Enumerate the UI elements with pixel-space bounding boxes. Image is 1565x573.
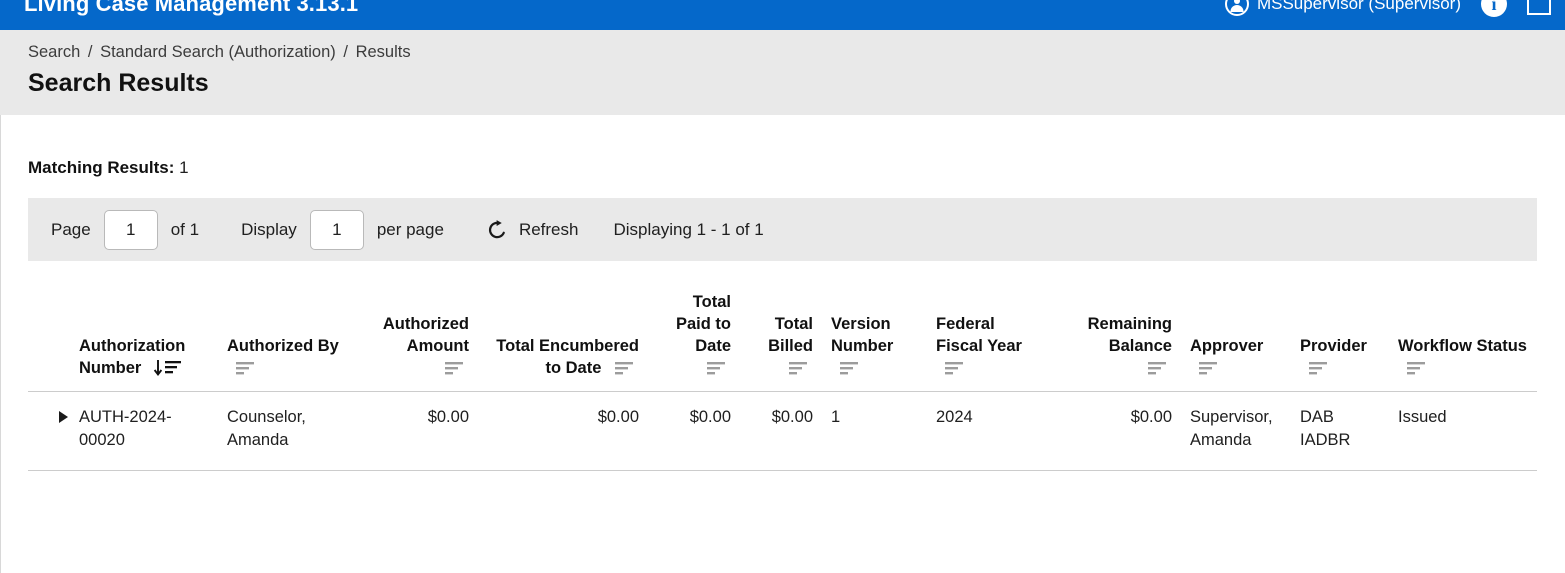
page-title-band: Search / Standard Search (Authorization)…: [0, 30, 1565, 115]
sort-icon[interactable]: [787, 359, 813, 377]
column-label: Remaining Balance: [1087, 315, 1172, 355]
column-label: Total Billed: [768, 315, 813, 355]
app-header-bar: Living Case Management 3.13.1 MSSupervis…: [0, 0, 1565, 30]
column-header-workflow-status[interactable]: Workflow Status: [1389, 291, 1537, 392]
column-label: Workflow Status: [1398, 337, 1527, 355]
cell-authorization-number[interactable]: AUTH-2024-00020: [70, 391, 218, 471]
sort-descending-icon[interactable]: [153, 359, 183, 377]
cell-total-paid-to-date: $0.00: [648, 391, 740, 471]
results-table-container: Authorization Number Authorized By Autho…: [28, 291, 1537, 471]
row-expander-cell[interactable]: [28, 391, 70, 471]
cell-remaining-balance: $0.00: [1049, 391, 1181, 471]
sort-icon[interactable]: [1146, 359, 1172, 377]
page-label: Page: [51, 219, 91, 239]
breadcrumb-item-search[interactable]: Search: [28, 43, 80, 61]
column-label: Authorized Amount: [382, 315, 469, 355]
page-number-input[interactable]: [103, 209, 158, 250]
sort-icon[interactable]: [838, 359, 864, 377]
column-header-authorized-amount[interactable]: Authorized Amount: [353, 291, 478, 392]
column-label: Total Paid to Date: [675, 293, 731, 355]
cell-total-billed: $0.00: [740, 391, 822, 471]
column-label: Version Number: [831, 315, 894, 355]
column-label: Authorized By: [227, 337, 339, 355]
cell-approver: Supervisor, Amanda: [1181, 391, 1291, 471]
column-header-authorized-by[interactable]: Authorized By: [218, 291, 353, 392]
column-header-approver[interactable]: Approver: [1181, 291, 1291, 392]
cell-provider: DAB IADBR: [1291, 391, 1389, 471]
column-label: Approver: [1190, 337, 1264, 355]
breadcrumb-separator: /: [87, 43, 93, 61]
user-menu[interactable]: MSSupervisor (Supervisor): [1224, 0, 1461, 16]
column-header-total-billed[interactable]: Total Billed: [740, 291, 822, 392]
logout-icon[interactable]: [1527, 0, 1551, 15]
expander-column-header: [28, 291, 70, 392]
column-header-federal-fiscal-year[interactable]: Federal Fiscal Year: [927, 291, 1049, 392]
user-name-label: MSSupervisor (Supervisor): [1256, 0, 1461, 13]
column-header-remaining-balance[interactable]: Remaining Balance: [1049, 291, 1181, 392]
user-avatar-icon: [1224, 0, 1249, 16]
sort-icon[interactable]: [443, 359, 469, 377]
cell-workflow-status: Issued: [1389, 391, 1537, 471]
displaying-range-label: Displaying 1 - 1 of 1: [613, 219, 764, 239]
column-header-version-number[interactable]: Version Number: [822, 291, 927, 392]
sort-icon[interactable]: [943, 359, 969, 377]
table-row[interactable]: AUTH-2024-00020 Counselor, Amanda $0.00 …: [28, 391, 1537, 471]
sort-icon[interactable]: [1405, 359, 1431, 377]
cell-total-encumbered-to-date: $0.00: [478, 391, 648, 471]
sort-icon[interactable]: [234, 359, 260, 377]
refresh-label: Refresh: [518, 219, 579, 239]
pagination-toolbar: Page of 1 Display per page Refresh Displ…: [28, 198, 1537, 261]
table-header-row: Authorization Number Authorized By Autho…: [28, 291, 1537, 392]
refresh-button[interactable]: Refresh: [486, 219, 579, 241]
breadcrumb: Search / Standard Search (Authorization)…: [28, 42, 1565, 62]
display-label: Display: [241, 219, 297, 239]
per-page-input[interactable]: [309, 209, 364, 250]
column-header-provider[interactable]: Provider: [1291, 291, 1389, 392]
page-title: Search Results: [28, 69, 209, 97]
cell-version-number: 1: [822, 391, 927, 471]
info-icon[interactable]: i: [1481, 0, 1507, 17]
refresh-icon: [488, 219, 505, 238]
sort-icon[interactable]: [705, 359, 731, 377]
matching-results: Matching Results: 1: [28, 157, 189, 178]
column-label: Provider: [1300, 337, 1367, 355]
matching-results-label: Matching Results:: [28, 158, 175, 177]
content-area: Matching Results: 1 Page of 1 Display pe…: [0, 115, 1565, 573]
results-table: Authorization Number Authorized By Autho…: [28, 291, 1537, 471]
cell-authorized-amount: $0.00: [353, 391, 478, 471]
sort-icon[interactable]: [613, 359, 639, 377]
column-label: Federal Fiscal Year: [936, 315, 1022, 355]
breadcrumb-item-standard-search[interactable]: Standard Search (Authorization): [100, 43, 336, 61]
expand-row-triangle-icon[interactable]: [59, 411, 68, 423]
cell-federal-fiscal-year: 2024: [927, 391, 1049, 471]
page-total-label: of 1: [170, 219, 200, 239]
per-page-label: per page: [376, 219, 444, 239]
column-header-total-encumbered-to-date[interactable]: Total Encumbered to Date: [478, 291, 648, 392]
breadcrumb-separator: /: [343, 43, 348, 61]
breadcrumb-item-results[interactable]: Results: [356, 43, 411, 61]
cell-authorized-by: Counselor, Amanda: [218, 391, 353, 471]
sort-icon[interactable]: [1197, 359, 1223, 377]
app-header-actions: MSSupervisor (Supervisor) i: [1224, 0, 1551, 17]
matching-results-count: 1: [179, 158, 189, 177]
column-header-total-paid-to-date[interactable]: Total Paid to Date: [648, 291, 740, 392]
sort-icon[interactable]: [1307, 359, 1333, 377]
column-header-authorization-number[interactable]: Authorization Number: [70, 291, 218, 392]
app-title: Living Case Management 3.13.1: [24, 0, 359, 16]
